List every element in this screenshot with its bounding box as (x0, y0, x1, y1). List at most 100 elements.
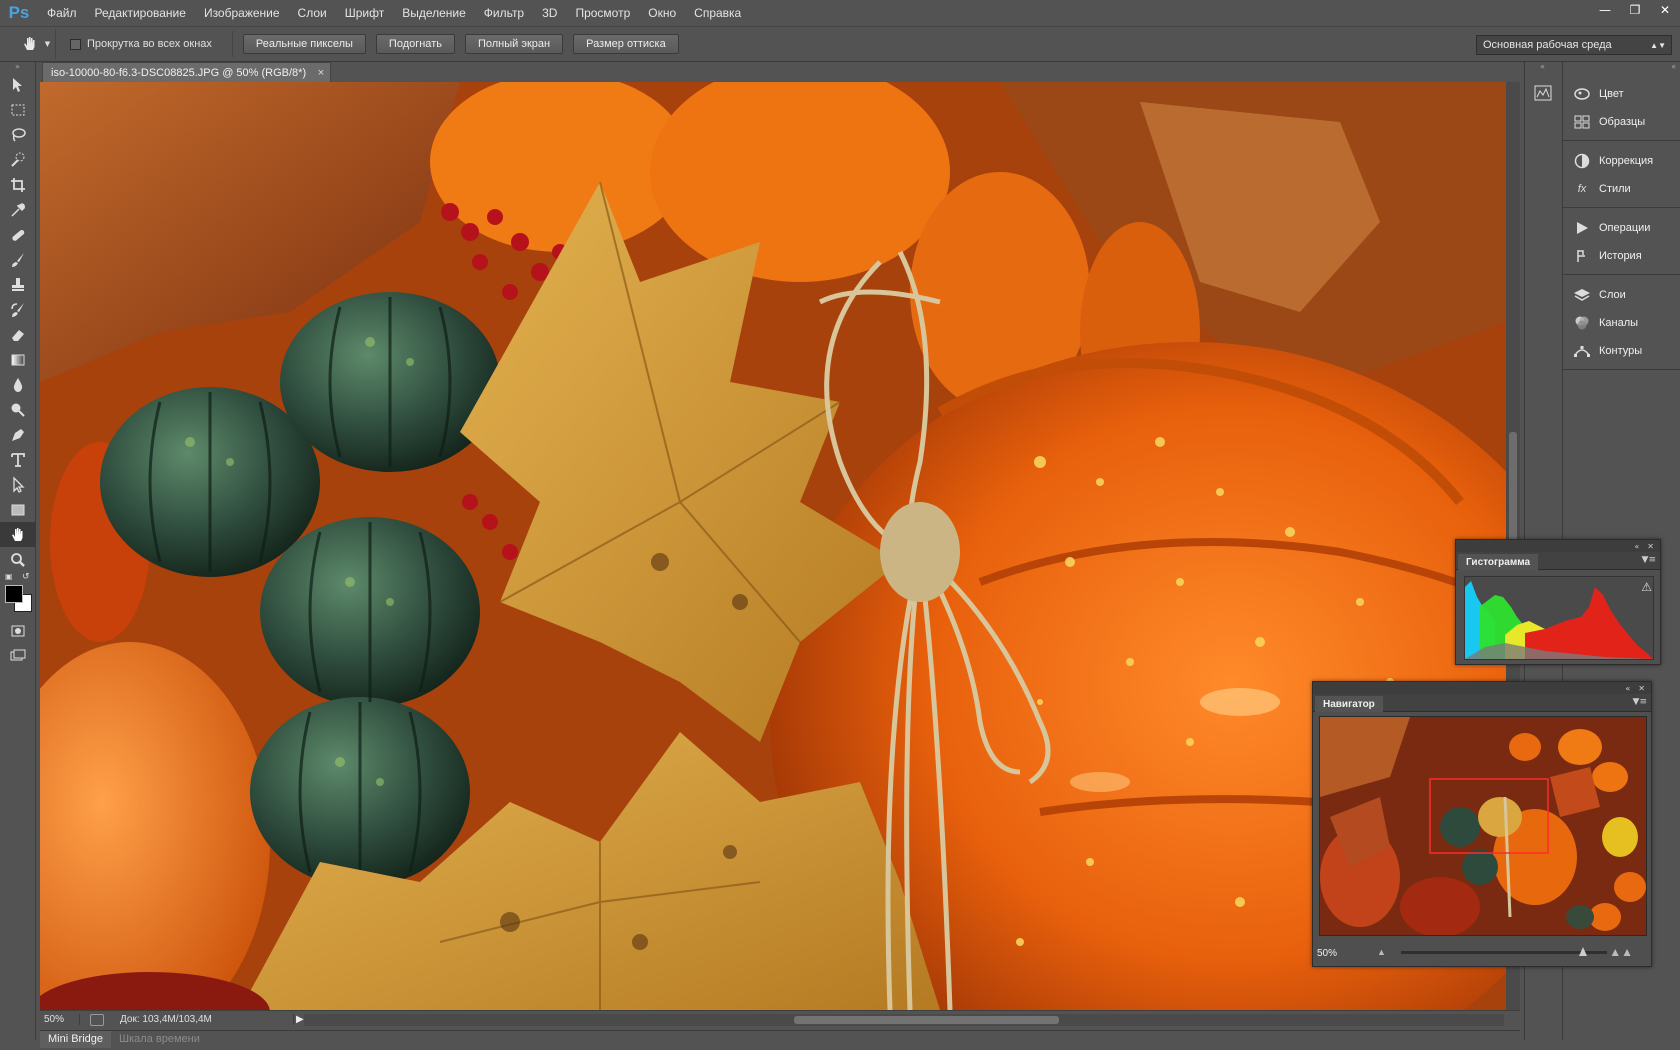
menu-select[interactable]: Выделение (393, 0, 475, 26)
blur-tool-icon[interactable] (0, 372, 36, 397)
tool-preset-picker[interactable]: ▼ (16, 29, 56, 59)
history-brush-tool-icon[interactable] (0, 297, 36, 322)
zoom-tool-icon[interactable] (0, 547, 36, 572)
collapse-icon[interactable]: » (0, 62, 35, 72)
navigator-panel: « ✕ Навигатор ▼≡ 50% ▲ ▲▲ (1312, 681, 1652, 967)
panel-styles[interactable]: fx Стили (1563, 175, 1680, 203)
default-colors-icon[interactable]: ▣ (5, 572, 13, 581)
actual-pixels-button[interactable]: Реальные пикселы (242, 34, 366, 54)
paths-icon (1573, 343, 1591, 359)
type-tool-icon[interactable] (0, 447, 36, 472)
rectangle-tool-icon[interactable] (0, 497, 36, 522)
lasso-tool-icon[interactable] (0, 122, 36, 147)
swap-colors-icon[interactable]: ↺ (22, 572, 30, 582)
menu-edit[interactable]: Редактирование (86, 0, 195, 26)
tab-histogram[interactable]: Гистограмма (1458, 554, 1539, 570)
move-tool-icon[interactable] (0, 72, 36, 97)
close-window-icon[interactable]: ✕ (1650, 0, 1680, 20)
status-menu-arrow-icon[interactable]: ▶ (296, 1014, 304, 1025)
histogram-navigator-icon[interactable] (1531, 82, 1555, 104)
marquee-tool-icon[interactable] (0, 97, 36, 122)
panel-menu-icon[interactable]: ▼≡ (1642, 555, 1656, 565)
tab-mini-bridge[interactable]: Mini Bridge (40, 1031, 112, 1048)
hand-icon (23, 37, 35, 50)
eraser-tool-icon[interactable] (0, 322, 36, 347)
screen-mode-icon[interactable] (0, 643, 36, 668)
close-icon[interactable]: × (318, 67, 324, 79)
cache-warning-icon[interactable]: ⚠ (1641, 580, 1652, 594)
menu-3d[interactable]: 3D (533, 0, 566, 26)
collapse-icon[interactable]: « (1634, 542, 1639, 551)
app-logo: Ps (8, 3, 30, 22)
restore-icon[interactable]: ❐ (1620, 0, 1650, 20)
crop-tool-icon[interactable] (0, 172, 36, 197)
horizontal-scrollbar[interactable] (304, 1014, 1504, 1026)
panel-channels[interactable]: Каналы (1563, 309, 1680, 337)
panel-titlebar[interactable]: « ✕ (1456, 540, 1660, 552)
navigator-zoom-slider[interactable] (1401, 947, 1607, 956)
horizontal-scroll-thumb[interactable] (794, 1016, 1059, 1024)
quick-mask-icon[interactable] (0, 618, 36, 643)
zoom-level-field[interactable]: 50% (40, 1014, 80, 1025)
gradient-tool-icon[interactable] (0, 347, 36, 372)
photo-image (40, 82, 1506, 1010)
panel-group-actions: Операции История (1563, 208, 1680, 275)
pen-tool-icon[interactable] (0, 422, 36, 447)
menu-view[interactable]: Просмотр (566, 0, 639, 26)
hand-tool-icon[interactable] (0, 522, 36, 547)
fill-screen-button[interactable]: Полный экран (464, 34, 564, 54)
vertical-scroll-thumb[interactable] (1509, 432, 1517, 552)
workspace-select[interactable]: Основная рабочая среда ▲▼ (1476, 35, 1672, 55)
menu-type[interactable]: Шрифт (336, 0, 393, 26)
clone-stamp-tool-icon[interactable] (0, 272, 36, 297)
menu-filter[interactable]: Фильтр (475, 0, 533, 26)
panel-actions[interactable]: Операции (1563, 214, 1680, 242)
history-icon (1573, 248, 1591, 264)
info-icon[interactable] (90, 1013, 104, 1026)
zoom-slider-knob[interactable] (1579, 947, 1587, 956)
close-icon[interactable]: ✕ (1647, 542, 1654, 551)
navigator-thumbnail[interactable] (1319, 716, 1647, 936)
brush-tool-icon[interactable] (0, 247, 36, 272)
collapse-icon[interactable]: « (1525, 62, 1560, 74)
panel-menu-icon[interactable]: ▼≡ (1633, 697, 1647, 707)
navigator-zoom-field[interactable]: 50% (1313, 948, 1367, 959)
eyedropper-tool-icon[interactable] (0, 197, 36, 222)
channels-icon (1573, 315, 1591, 331)
path-selection-tool-icon[interactable] (0, 472, 36, 497)
menu-window[interactable]: Окно (639, 0, 685, 26)
tab-navigator[interactable]: Навигатор (1315, 696, 1383, 712)
menu-layers[interactable]: Слои (289, 0, 336, 26)
collapse-icon[interactable]: « (1625, 684, 1630, 693)
panel-history[interactable]: История (1563, 242, 1680, 270)
panel-adjustments[interactable]: Коррекция (1563, 147, 1680, 175)
panel-layers[interactable]: Слои (1563, 281, 1680, 309)
panel-paths[interactable]: Контуры (1563, 337, 1680, 365)
foreground-color-swatch[interactable] (5, 585, 23, 603)
print-size-button[interactable]: Размер оттиска (573, 34, 679, 54)
tab-timeline[interactable]: Шкала времени (111, 1031, 208, 1048)
color-swatches: ▣ ↺ (0, 572, 35, 618)
panel-swatches[interactable]: Образцы (1563, 108, 1680, 136)
panel-color[interactable]: Цвет (1563, 80, 1680, 108)
quick-selection-tool-icon[interactable] (0, 147, 36, 172)
menu-file[interactable]: Файл (38, 0, 86, 26)
close-icon[interactable]: ✕ (1638, 684, 1645, 693)
menu-help[interactable]: Справка (685, 0, 750, 26)
minimize-icon[interactable]: — (1590, 0, 1620, 20)
panel-swatches-label: Образцы (1599, 116, 1646, 128)
panel-channels-label: Каналы (1599, 317, 1639, 329)
zoom-out-icon[interactable]: ▲ (1377, 947, 1386, 957)
expand-panels-icon[interactable]: « (1563, 62, 1680, 74)
healing-brush-tool-icon[interactable] (0, 222, 36, 247)
document-tab[interactable]: iso-10000-80-f6.3-DSC08825.JPG @ 50% (RG… (42, 62, 332, 82)
checkbox-box[interactable] (70, 38, 81, 50)
zoom-in-icon[interactable]: ▲▲ (1609, 945, 1633, 959)
scroll-all-windows-checkbox[interactable]: Прокрутка во всех окнах (70, 38, 212, 50)
fit-screen-button[interactable]: Подогнать (375, 34, 455, 54)
workspace-value: Основная рабочая среда (1483, 39, 1612, 51)
document-canvas[interactable] (40, 82, 1506, 1010)
menu-image[interactable]: Изображение (195, 0, 289, 26)
dodge-tool-icon[interactable] (0, 397, 36, 422)
panel-titlebar[interactable]: « ✕ (1313, 682, 1651, 694)
